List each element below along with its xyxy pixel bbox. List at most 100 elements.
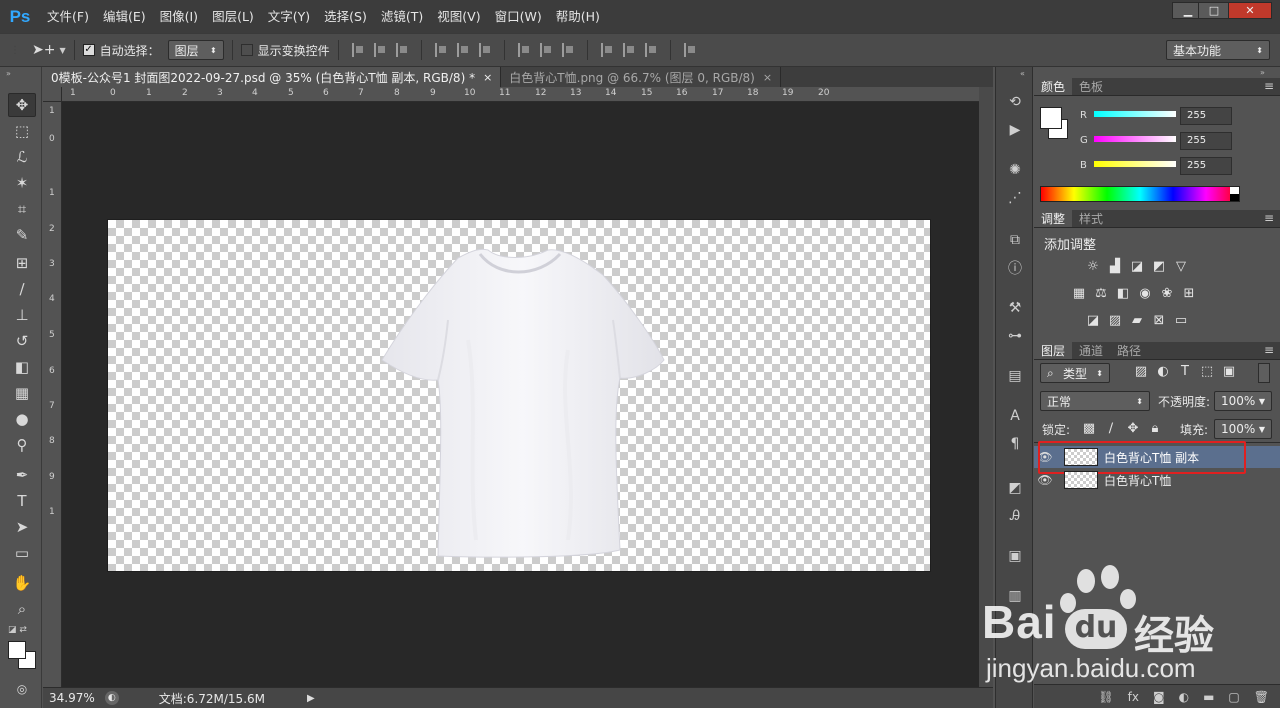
history-brush-tool-icon[interactable]: ↺ [8, 329, 36, 353]
collapse-icon[interactable]: » [6, 69, 11, 78]
tshirt-image[interactable] [108, 220, 930, 571]
panel-menu-icon[interactable]: ≡ [1264, 341, 1274, 359]
magic-wand-tool-icon[interactable]: ✶ [8, 171, 36, 195]
foreground-color-swatch[interactable] [1040, 107, 1062, 129]
ruler-left[interactable]: 1 0 1 2 3 4 5 6 7 8 9 1 [43, 102, 62, 687]
crop-tool-icon[interactable]: ⌗ [8, 197, 36, 221]
tab-swatches[interactable]: 色板 [1072, 77, 1110, 95]
blend-mode-dropdown[interactable]: 正常 ⬍ [1040, 391, 1150, 411]
photo-filter-icon[interactable]: ◉ [1137, 285, 1153, 301]
stamp-tool-icon[interactable]: ⊥ [8, 303, 36, 327]
layer-row[interactable]: 👁︎ 白色背心T恤 [1034, 469, 1280, 491]
fx-icon[interactable]: fx [1128, 690, 1139, 704]
default-colors-icon[interactable]: ◪ ⇄ [8, 625, 27, 635]
menu-filter[interactable]: 滤镜(T) [374, 0, 430, 33]
distribute-hcenter-icon[interactable] [622, 43, 635, 57]
black-white-swatch[interactable] [1230, 187, 1239, 201]
vertical-scrollbar[interactable] [979, 87, 993, 687]
lock-all-icon[interactable]: 🔒︎ [1147, 420, 1163, 436]
lock-position-icon[interactable]: ✥ [1125, 420, 1141, 436]
foreground-color-swatch[interactable] [8, 641, 26, 659]
character-styles-icon[interactable]: ◩ [1000, 477, 1030, 499]
filter-pixel-icon[interactable]: ▨ [1133, 363, 1149, 379]
menu-type[interactable]: 文字(Y) [261, 0, 317, 33]
gradient-map-icon[interactable]: ▭ [1173, 312, 1189, 328]
panel-menu-icon[interactable]: ≡ [1264, 209, 1274, 227]
align-left-icon[interactable] [434, 43, 447, 57]
link-icon[interactable]: ⛓ [1098, 690, 1113, 704]
menu-window[interactable]: 窗口(W) [488, 0, 549, 33]
menu-help[interactable]: 帮助(H) [549, 0, 607, 33]
maximize-button[interactable]: □ [1198, 2, 1230, 19]
info-icon[interactable]: ⓘ [1000, 257, 1030, 279]
distribute-left-icon[interactable] [600, 43, 613, 57]
r-slider[interactable] [1094, 111, 1176, 117]
notes-icon[interactable]: ▤ [1000, 365, 1030, 387]
dodge-tool-icon[interactable]: ⚲ [8, 433, 36, 457]
filter-shape-icon[interactable]: ⬚ [1199, 363, 1215, 379]
blur-tool-icon[interactable]: ● [8, 407, 36, 431]
r-value[interactable]: 255 [1180, 107, 1232, 125]
exposure-icon[interactable]: ◩ [1151, 258, 1167, 274]
collapse-icon[interactable]: « [1020, 69, 1025, 78]
filter-toggle[interactable] [1258, 363, 1270, 383]
trash-icon[interactable]: 🗑︎ [1254, 690, 1269, 704]
panel-menu-icon[interactable]: ≡ [1264, 77, 1274, 95]
brush-presets-icon[interactable]: ⋰ [1000, 187, 1030, 209]
healing-brush-tool-icon[interactable]: ⊞ [8, 251, 36, 275]
brush-tool-icon[interactable]: ∕ [8, 277, 36, 301]
align-hcenter-icon[interactable] [456, 43, 469, 57]
eyedropper-tool-icon[interactable]: ✎ [8, 223, 36, 247]
lock-image-icon[interactable]: ∕ [1103, 420, 1119, 436]
lasso-tool-icon[interactable]: ℒ [8, 145, 36, 169]
document-canvas[interactable] [108, 220, 930, 571]
vibrance-icon[interactable]: ▽ [1173, 258, 1189, 274]
type-tool-icon[interactable]: T [8, 489, 36, 513]
new-layer-icon[interactable]: ▢ [1228, 690, 1239, 704]
group-folder-icon[interactable]: ▬ [1203, 690, 1214, 704]
menu-file[interactable]: 文件(F) [40, 0, 96, 33]
adjustment-layer-icon[interactable]: ◐ [1179, 690, 1189, 704]
tab-layers[interactable]: 图层 [1034, 341, 1073, 359]
distribute-top-icon[interactable] [517, 43, 530, 57]
menu-view[interactable]: 视图(V) [430, 0, 487, 33]
align-vcenter-icon[interactable] [373, 43, 386, 57]
selective-color-icon[interactable]: ⊠ [1151, 312, 1167, 328]
chevron-down-icon[interactable]: ▼ [59, 46, 65, 55]
align-bottom-icon[interactable] [395, 43, 408, 57]
menu-layer[interactable]: 图层(L) [205, 0, 261, 33]
ruler-corner[interactable] [43, 87, 62, 102]
brightness-icon[interactable]: ☼ [1085, 258, 1101, 274]
auto-align-icon[interactable] [683, 43, 696, 57]
g-value[interactable]: 255 [1180, 132, 1232, 150]
marquee-tool-icon[interactable]: ⬚ [8, 119, 36, 143]
posterize-icon[interactable]: ▨ [1107, 312, 1123, 328]
show-transform-checkbox[interactable] [240, 44, 253, 56]
tab-channels[interactable]: 通道 [1072, 341, 1110, 359]
brush-settings-icon[interactable]: ✺ [1000, 159, 1030, 181]
channel-mixer-icon[interactable]: ❀ [1159, 285, 1175, 301]
lock-transparent-icon[interactable]: ▩ [1081, 420, 1097, 436]
zoom-level[interactable]: 34.97% [49, 691, 95, 705]
paragraph-styles-icon[interactable]: Ꭿ [1000, 505, 1030, 527]
actions-play-icon[interactable]: ▶ [1000, 119, 1030, 141]
close-icon[interactable]: × [763, 71, 772, 84]
menu-edit[interactable]: 编辑(E) [96, 0, 153, 33]
properties-icon[interactable]: ⊶ [1000, 325, 1030, 347]
distribute-right-icon[interactable] [644, 43, 657, 57]
distribute-vcenter-icon[interactable] [539, 43, 552, 57]
gradient-tool-icon[interactable]: ▦ [8, 381, 36, 405]
color-balance-icon[interactable]: ⚖ [1093, 285, 1109, 301]
tab-adjustments[interactable]: 调整 [1034, 209, 1073, 227]
move-tool-icon[interactable]: ✥ [8, 93, 36, 117]
ruler-top[interactable]: 1 0 1 2 3 4 5 6 7 8 9 10 11 12 13 14 15 … [62, 87, 979, 102]
tab-styles[interactable]: 样式 [1072, 209, 1110, 227]
menu-image[interactable]: 图像(I) [153, 0, 205, 33]
auto-select-target-dropdown[interactable]: 图层 ⬍ [167, 40, 224, 60]
auto-select-checkbox[interactable]: ✓ [82, 44, 95, 56]
filter-smart-icon[interactable]: ▣ [1221, 363, 1237, 379]
play-arrow-icon[interactable]: ▶ [307, 693, 315, 704]
close-button[interactable]: ✕ [1228, 2, 1272, 19]
tab-color[interactable]: 颜色 [1034, 77, 1073, 95]
black-white-icon[interactable]: ◧ [1115, 285, 1131, 301]
